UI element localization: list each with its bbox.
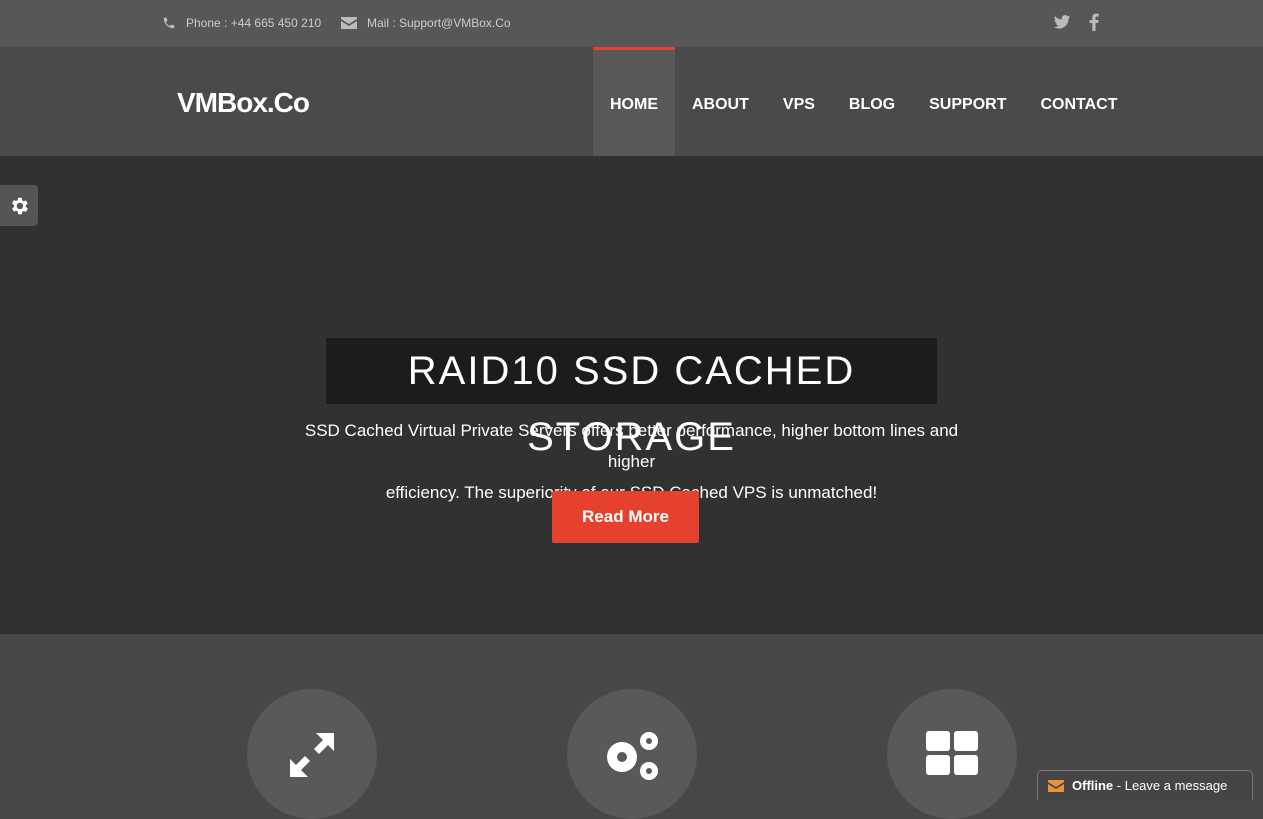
nav-home[interactable]: HOME [593, 47, 675, 156]
hero-section: RAID10 SSD CACHED STORAGE SSD Cached Vir… [0, 156, 1263, 634]
grid-icon [926, 731, 978, 775]
mail-info[interactable]: Mail : Support@VMBox.Co [341, 16, 511, 30]
gears-icon [607, 732, 658, 780]
expand-icon [290, 733, 334, 777]
phone-info: Phone : +44 665 450 210 [162, 16, 321, 30]
hero-line-1: SSD Cached Virtual Private Servers offer… [304, 421, 959, 471]
mail-icon [341, 17, 357, 29]
top-bar: Phone : +44 665 450 210 Mail : Support@V… [0, 0, 1263, 47]
mail-icon [1048, 779, 1064, 792]
chat-status: Offline [1072, 778, 1114, 793]
hero-title: RAID10 SSD CACHED STORAGE [326, 338, 937, 459]
chat-label: Offline - Leave a message [1072, 778, 1227, 793]
main-navigation: VMBox.Co HOME ABOUT VPS BLOG SUPPORT CON… [0, 47, 1263, 156]
twitter-icon[interactable] [1053, 13, 1071, 31]
nav-vps[interactable]: VPS [766, 47, 832, 156]
phone-text: Phone : +44 665 450 210 [186, 16, 322, 30]
chat-message: - Leave a message [1113, 778, 1228, 793]
mail-text: Mail : Support@VMBox.Co [367, 16, 511, 30]
chat-widget[interactable]: Offline - Leave a message [1037, 770, 1253, 800]
nav-about[interactable]: ABOUT [675, 47, 766, 156]
nav-contact[interactable]: CONTACT [1023, 47, 1134, 156]
facebook-icon[interactable] [1089, 13, 1099, 31]
nav-blog[interactable]: BLOG [832, 47, 912, 156]
nav-support[interactable]: SUPPORT [912, 47, 1023, 156]
settings-toggle[interactable] [0, 185, 38, 226]
read-more-button[interactable]: Read More [552, 491, 699, 543]
phone-icon [163, 17, 175, 29]
logo[interactable]: VMBox.Co [177, 87, 310, 119]
gear-icon [12, 197, 28, 214]
